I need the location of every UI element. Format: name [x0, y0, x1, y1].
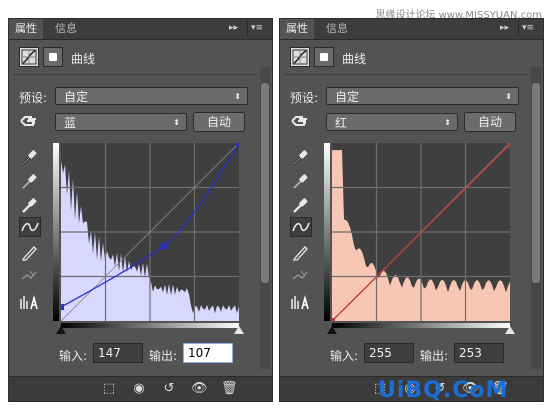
- preset-select[interactable]: 自定 ⬍: [55, 87, 248, 105]
- output-field[interactable]: 107: [183, 343, 233, 363]
- divider: [13, 74, 258, 75]
- preset-label: 预设:: [290, 91, 319, 105]
- smooth-icon[interactable]: [290, 267, 312, 287]
- white-eyedropper-icon[interactable]: [19, 195, 41, 215]
- adjustment-title: 曲线: [342, 52, 367, 66]
- hand-adjust-icon[interactable]: [19, 113, 41, 129]
- panel-tab-bar: 属性 信息 ▸▸ ▾≡: [9, 19, 272, 40]
- scrollbar-thumb[interactable]: [532, 83, 540, 283]
- gray-eyedropper-icon[interactable]: [19, 171, 41, 191]
- clip-to-layer-icon[interactable]: ⬚: [101, 381, 117, 397]
- black-point-slider[interactable]: [327, 326, 337, 334]
- collapse-icon[interactable]: ▸▸: [229, 23, 238, 33]
- curve-tool-icon[interactable]: [19, 217, 41, 237]
- panel-menu-icon[interactable]: ▾≡: [247, 21, 266, 36]
- channel-select[interactable]: 红 ⬍: [326, 113, 458, 131]
- hand-adjust-icon[interactable]: [290, 113, 312, 129]
- curves-icon[interactable]: [290, 47, 310, 67]
- tab-info[interactable]: 信息: [320, 19, 354, 39]
- curve-point[interactable]: [236, 143, 239, 146]
- properties-panel-blue: 属性 信息 ▸▸ ▾≡ 曲线 预设: 自定 ⬍ 蓝 ⬍ 自动 输入: 147 输…: [8, 18, 273, 402]
- input-field[interactable]: 255: [364, 343, 414, 363]
- chevron-updown-icon: ⬍: [173, 118, 180, 127]
- reset-icon[interactable]: ↺: [161, 381, 177, 397]
- auto-button[interactable]: 自动: [464, 112, 516, 132]
- curve-point[interactable]: [160, 243, 167, 250]
- clipping-icon[interactable]: [19, 293, 41, 313]
- curves-graph[interactable]: [61, 143, 239, 321]
- curve-point[interactable]: [507, 143, 510, 148]
- preset-label: 预设:: [19, 91, 48, 105]
- input-label: 输入:: [330, 349, 359, 363]
- channel-value: 蓝: [64, 116, 77, 130]
- preset-value: 自定: [335, 90, 360, 104]
- pencil-icon[interactable]: [290, 243, 312, 263]
- preset-value: 自定: [64, 90, 89, 104]
- panel-scrollbar[interactable]: [531, 67, 541, 369]
- properties-panel-red: 属性 信息 ▸▸ ▾≡ 曲线 预设: 自定 ⬍ 红 ⬍ 自动 输入: 255 输…: [279, 18, 544, 402]
- preset-select[interactable]: 自定 ⬍: [326, 87, 519, 105]
- chevron-updown-icon: ⬍: [444, 118, 451, 127]
- black-eyedropper-icon[interactable]: [19, 147, 41, 167]
- panel-scrollbar[interactable]: [260, 67, 270, 369]
- panel-tab-bar: 属性 信息 ▸▸ ▾≡: [280, 19, 543, 40]
- white-eyedropper-icon[interactable]: [290, 195, 312, 215]
- output-field[interactable]: 253: [454, 343, 504, 363]
- white-point-slider[interactable]: [505, 326, 515, 334]
- curve-point[interactable]: [61, 304, 64, 311]
- curves-graph[interactable]: [332, 143, 510, 321]
- scrollbar-thumb[interactable]: [261, 83, 269, 283]
- input-label: 输入:: [59, 349, 88, 363]
- input-field[interactable]: 147: [93, 343, 143, 363]
- delete-icon[interactable]: 🗑: [221, 381, 238, 397]
- gray-eyedropper-icon[interactable]: [290, 171, 312, 191]
- curves-icon[interactable]: [19, 47, 39, 67]
- curve-tool-icon[interactable]: [290, 217, 312, 237]
- channel-value: 红: [335, 116, 348, 130]
- tab-properties[interactable]: 属性: [280, 19, 314, 39]
- output-label: 输出:: [149, 349, 178, 363]
- smooth-icon[interactable]: [19, 267, 41, 287]
- white-point-slider[interactable]: [234, 326, 244, 334]
- site-logo: UiBQ.CoM: [378, 378, 508, 403]
- chevron-updown-icon: ⬍: [234, 92, 241, 101]
- input-gradient-bar: [61, 323, 239, 328]
- curve-point[interactable]: [332, 318, 335, 321]
- visibility-icon[interactable]: 👁: [191, 381, 208, 397]
- output-gradient-bar: [53, 143, 59, 321]
- mask-icon[interactable]: [314, 47, 334, 67]
- adjustment-title: 曲线: [71, 52, 96, 66]
- collapse-icon[interactable]: ▸▸: [500, 23, 509, 33]
- view-previous-icon[interactable]: ◉: [131, 381, 147, 397]
- tab-info[interactable]: 信息: [49, 19, 83, 39]
- mask-icon[interactable]: [43, 47, 63, 67]
- chevron-updown-icon: ⬍: [505, 92, 512, 101]
- panel-menu-icon[interactable]: ▾≡: [518, 21, 537, 36]
- divider: [284, 74, 529, 75]
- clipping-icon[interactable]: [290, 293, 312, 313]
- tab-properties[interactable]: 属性: [9, 19, 43, 39]
- logo-text: UiBQ.CoM: [378, 378, 509, 403]
- pencil-icon[interactable]: [19, 243, 41, 263]
- auto-button[interactable]: 自动: [193, 112, 245, 132]
- black-point-slider[interactable]: [56, 326, 66, 334]
- output-label: 输出:: [420, 349, 449, 363]
- input-gradient-bar: [332, 323, 510, 328]
- black-eyedropper-icon[interactable]: [290, 147, 312, 167]
- output-gradient-bar: [324, 143, 330, 321]
- panel-footer: ⬚ ◉ ↺ 👁 🗑: [9, 376, 272, 401]
- channel-select[interactable]: 蓝 ⬍: [55, 113, 187, 131]
